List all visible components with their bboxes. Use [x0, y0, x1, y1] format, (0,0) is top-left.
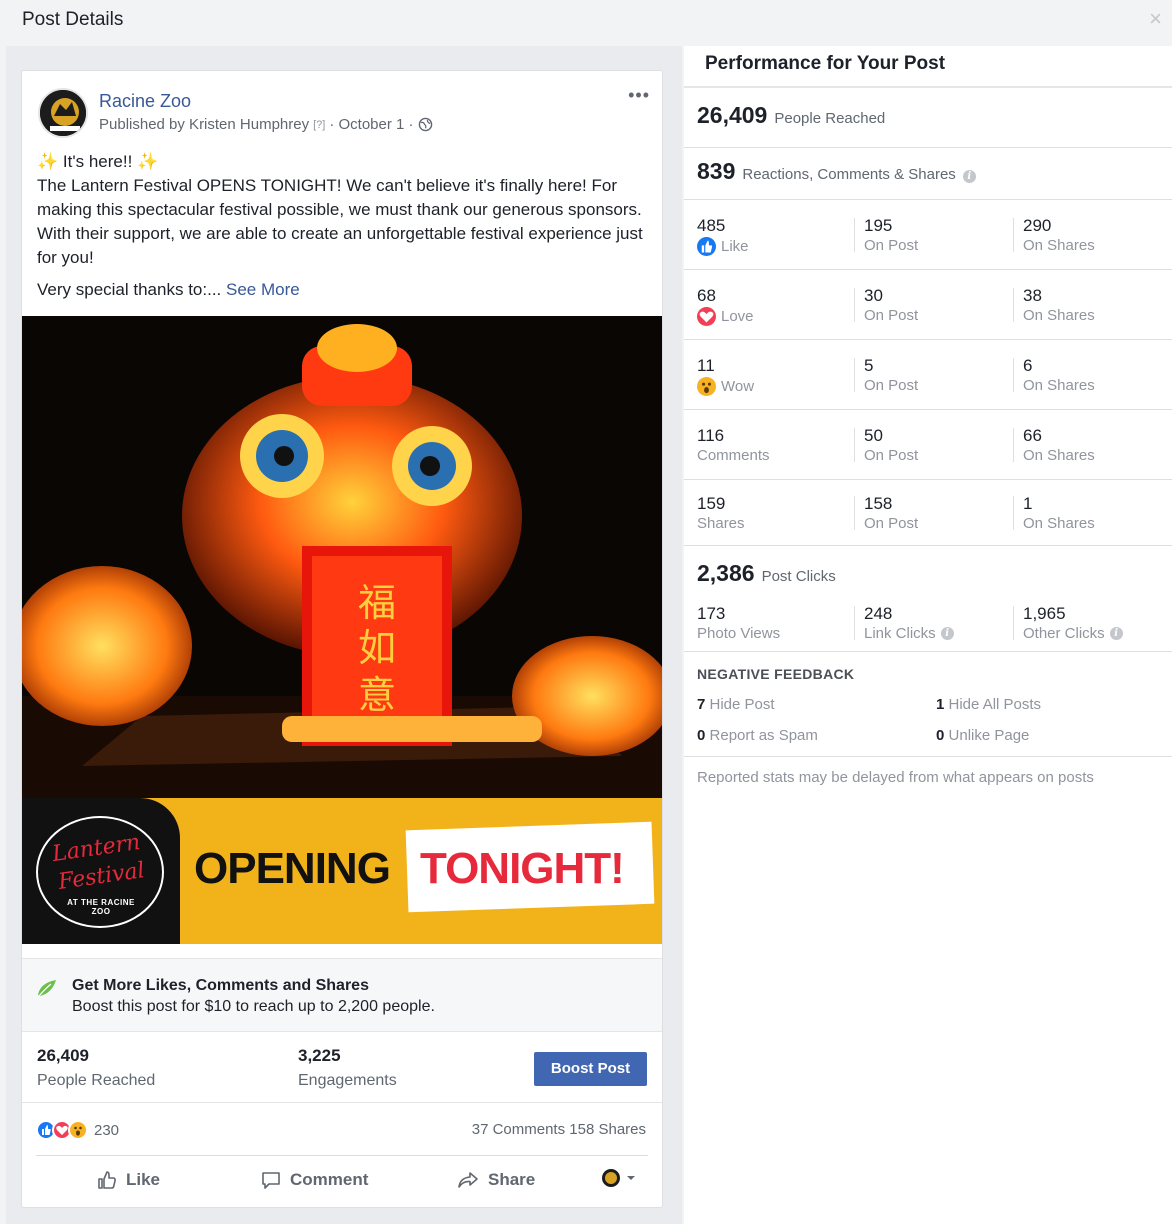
more-options-icon[interactable]: ••• — [628, 85, 650, 106]
post-action-bar: Like Comment Share — [36, 1169, 648, 1199]
post-byline: Published by Kristen Humphrey [?] · Octo… — [99, 116, 433, 133]
promo-banner[interactable]: Lantern Festival AT THE RACINE ZOO OPENI… — [22, 798, 662, 944]
negative-feedback-title: NEGATIVE FEEDBACK — [697, 666, 855, 682]
wow-icon — [697, 377, 716, 396]
shares-breakdown-row: 159 Shares 158 On Post 1 On Shares — [697, 494, 1095, 532]
globe-icon — [418, 117, 433, 132]
divider — [22, 1102, 662, 1103]
post-clicks-stat: 2,386 Post Clicks — [697, 560, 836, 586]
post-text-thanks: Very special thanks to:... See More — [37, 280, 300, 299]
stats-delay-note: Reported stats may be delayed from what … — [697, 769, 1094, 786]
hide-all-posts-stat: 1 Hide All Posts — [936, 696, 1042, 713]
svg-text:福: 福 — [358, 581, 396, 625]
close-icon[interactable]: × — [1149, 8, 1162, 30]
promo-subtitle: Boost this post for $10 to reach up to 2… — [72, 998, 435, 1015]
performance-title: Performance for Your Post — [705, 53, 946, 74]
promo-title: Get More Likes, Comments and Shares — [72, 977, 369, 994]
post-engagements-stat: 3,225 Engagements — [298, 1046, 397, 1089]
page-avatar[interactable] — [38, 88, 88, 138]
see-more-link[interactable]: See More — [226, 280, 300, 299]
post-text-body: The Lantern Festival OPENS TONIGHT! We c… — [37, 176, 643, 267]
svg-text:如: 如 — [358, 626, 396, 670]
hide-post-stat: 7 Hide Post — [697, 696, 775, 713]
post-reached-stat: 26,409 People Reached — [37, 1046, 156, 1089]
share-button[interactable]: Share — [456, 1169, 535, 1191]
people-reached-stat: 26,409 People Reached — [697, 102, 886, 128]
info-icon[interactable]: i — [962, 170, 976, 183]
svg-text:意: 意 — [358, 673, 396, 717]
clicks-breakdown-row: 173 Photo Views 248 Link Clicks i 1,965 … — [684, 604, 1172, 674]
thumbs-up-icon — [98, 1171, 116, 1189]
report-spam-stat: 0 Report as Spam — [697, 727, 818, 744]
banner-opening-text: OPENING — [194, 844, 391, 893]
info-icon[interactable]: i — [940, 627, 954, 640]
sparkle-icon: ✨ — [137, 152, 159, 171]
help-mark[interactable]: [?] — [313, 119, 325, 131]
divider — [36, 1155, 648, 1156]
info-icon[interactable]: i — [1109, 627, 1123, 640]
boost-promo: Get More Likes, Comments and Shares Boos… — [22, 958, 662, 1032]
post-as-selector[interactable] — [602, 1169, 636, 1187]
lantern-festival-logo: Lantern Festival AT THE RACINE ZOO — [22, 798, 180, 944]
performance-panel: Performance for Your Post 26,409 People … — [684, 46, 1172, 1224]
boost-post-button[interactable]: Boost Post — [534, 1052, 647, 1086]
wow-icon — [68, 1120, 88, 1140]
published-by: Published by Kristen Humphrey — [99, 116, 310, 133]
like-breakdown-row: 485 Like 195 On Post 290 On Shares — [697, 216, 1095, 256]
comments-shares-count[interactable]: 37 Comments 158 Shares — [472, 1121, 646, 1138]
modal-title: Post Details — [22, 9, 124, 30]
banner-tonight-text: TONIGHT! — [420, 844, 625, 893]
sparkle-icon: ✨ — [37, 152, 59, 171]
wow-breakdown-row: 11 Wow 5 On Post 6 On Shares — [697, 356, 1095, 396]
chevron-down-icon — [627, 1176, 635, 1180]
page-avatar-small-icon — [602, 1169, 620, 1187]
comment-button[interactable]: Comment — [260, 1169, 368, 1191]
page-name-link[interactable]: Racine Zoo — [99, 91, 191, 112]
love-icon — [697, 307, 716, 326]
reactions-comments-shares-stat: 839 Reactions, Comments & Shares i — [697, 158, 976, 185]
love-breakdown-row: 68 Love 30 On Post 38 On Shares — [697, 286, 1095, 326]
like-icon — [697, 237, 716, 256]
reactions-summary[interactable]: 230 — [36, 1118, 119, 1142]
like-button[interactable]: Like — [96, 1169, 160, 1191]
post-date[interactable]: · October 1 · — [329, 116, 413, 133]
post-text: ✨ It's here!! ✨ The Lantern Festival OPE… — [37, 150, 649, 310]
post-photo[interactable]: 福 如 意 — [22, 316, 662, 798]
comment-icon — [262, 1172, 280, 1189]
post-card: Racine Zoo Published by Kristen Humphrey… — [21, 70, 663, 1208]
reaction-count: 230 — [94, 1121, 120, 1139]
post-text-line1: ✨ It's here!! ✨ — [37, 152, 159, 171]
leaf-icon — [36, 977, 58, 999]
unlike-page-stat: 0 Unlike Page — [936, 727, 1030, 744]
modal-header: Post Details × — [0, 0, 1172, 46]
share-icon — [458, 1172, 478, 1188]
comments-breakdown-row: 116 Comments 50 On Post 66 On Shares — [697, 426, 1095, 464]
